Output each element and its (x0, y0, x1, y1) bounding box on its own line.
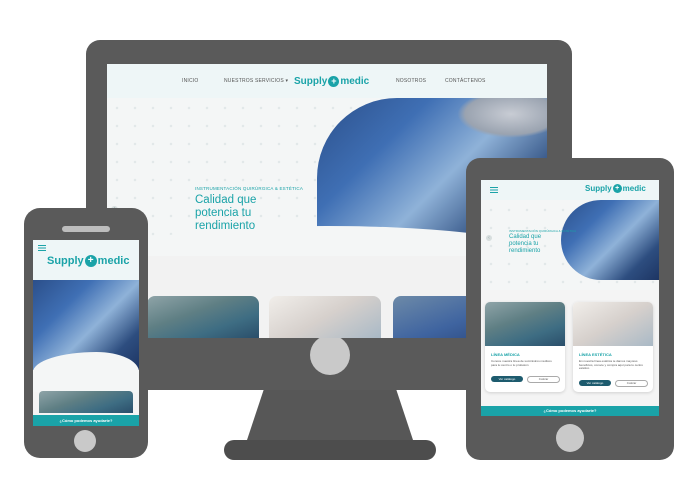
surgeon-cap (457, 98, 547, 138)
logo-text-medic: medic (97, 255, 130, 267)
logo-text-supply: Supply (47, 255, 84, 267)
tablet-logo[interactable]: Supply + medic (585, 184, 646, 194)
surgery-photo (561, 200, 659, 280)
plus-cross-icon: + (84, 255, 97, 268)
desktop-card-photo-2[interactable] (269, 296, 381, 338)
logo-text-medic: medic (622, 184, 646, 193)
tablet-screen: Supply + medic INSTRUMENTACIÓN QUIRÚRGICA … (481, 180, 659, 416)
card-photo (485, 302, 565, 346)
monitor-power-button (310, 335, 350, 375)
menu-icon[interactable] (38, 245, 46, 251)
phone-screen: Supply + medic ¿Cómo podemos ayudarte? (33, 240, 139, 426)
hero-title: Calidad que potencia tu rendimiento (509, 234, 541, 255)
card-photo (573, 302, 653, 346)
nav-item-contactenos[interactable]: CONTÁCTENOS (445, 78, 486, 84)
chat-bar[interactable]: ¿Cómo podemos ayudarte? (33, 415, 139, 426)
menu-icon[interactable] (490, 187, 498, 193)
hero-eyebrow: INSTRUMENTACIÓN QUIRÚRGICA & ESTÉTICA (509, 229, 577, 233)
hero-wave (33, 352, 139, 392)
card-title: LÍNEA ESTÉTICA (579, 352, 612, 357)
plus-cross-icon: + (612, 184, 622, 194)
chat-bar[interactable]: ¿Cómo podemos ayudarte? (481, 406, 659, 416)
card-title: LÍNEA MÉDICA (491, 352, 520, 357)
view-catalog-button[interactable]: Ver catálogo (579, 380, 611, 386)
phone-header: Supply + medic (33, 240, 139, 280)
product-card-medica[interactable]: LÍNEA MÉDICA Conoce nuestra línea de sum… (485, 302, 565, 392)
logo-text-supply: Supply (294, 76, 328, 88)
monitor-stand (247, 390, 413, 440)
hero-title-line-2: potencia tu (195, 207, 252, 219)
product-card-estetica[interactable]: LÍNEA ESTÉTICA En nuestra línea estética… (573, 302, 653, 392)
phone-logo[interactable]: Supply + medic (47, 255, 130, 268)
view-catalog-button[interactable]: Ver catálogo (491, 376, 523, 382)
hero-title: Calidad que potencia tu rendimiento (195, 194, 256, 233)
tablet-hero: INSTRUMENTACIÓN QUIRÚRGICA & ESTÉTICA Ca… (481, 200, 659, 290)
desktop-card-photo-1[interactable] (147, 296, 259, 338)
monitor-base (224, 440, 436, 460)
desktop-logo[interactable]: Supply + medic (294, 76, 369, 87)
hero-title-line-3: rendimiento (195, 220, 256, 232)
chat-bar-text: ¿Cómo podemos ayudarte? (543, 408, 597, 413)
slider-prev-icon[interactable]: ‹ (486, 235, 492, 241)
hero-title-line-1: Calidad que (195, 194, 257, 206)
hero-title-line-2: potencia tu (509, 241, 539, 247)
hero-eyebrow: INSTRUMENTACIÓN QUIRÚRGICA & ESTÉTICA (195, 186, 304, 191)
hero-title-line-1: Calidad que (509, 234, 542, 240)
card-text: Conoce nuestra línea de suministros médi… (491, 359, 552, 367)
phone-card-photo[interactable] (39, 391, 133, 413)
quote-button[interactable]: Cotizar (615, 380, 648, 387)
phone-speaker (62, 226, 110, 232)
nav-item-inicio[interactable]: INICIO (182, 78, 198, 84)
desktop-navbar: INICIO NUESTROS SERVICIOS ▾ Supply + medic… (107, 64, 547, 98)
quote-button[interactable]: Cotizar (527, 376, 560, 383)
plus-cross-icon: + (328, 76, 340, 87)
nav-item-servicios[interactable]: NUESTROS SERVICIOS ▾ (224, 78, 288, 84)
phone-home-button (74, 430, 96, 452)
tablet-header: Supply + medic (481, 180, 659, 200)
card-text: En nuestra línea estética te damos mayor… (579, 359, 644, 371)
logo-text-medic: medic (340, 76, 370, 88)
logo-text-supply: Supply (585, 184, 612, 193)
hero-title-line-3: rendimiento (509, 248, 541, 254)
chat-bar-text: ¿Cómo podemos ayudarte? (59, 418, 113, 423)
nav-item-nosotros[interactable]: NOSOTROS (396, 78, 426, 84)
tablet-home-button (556, 424, 584, 452)
